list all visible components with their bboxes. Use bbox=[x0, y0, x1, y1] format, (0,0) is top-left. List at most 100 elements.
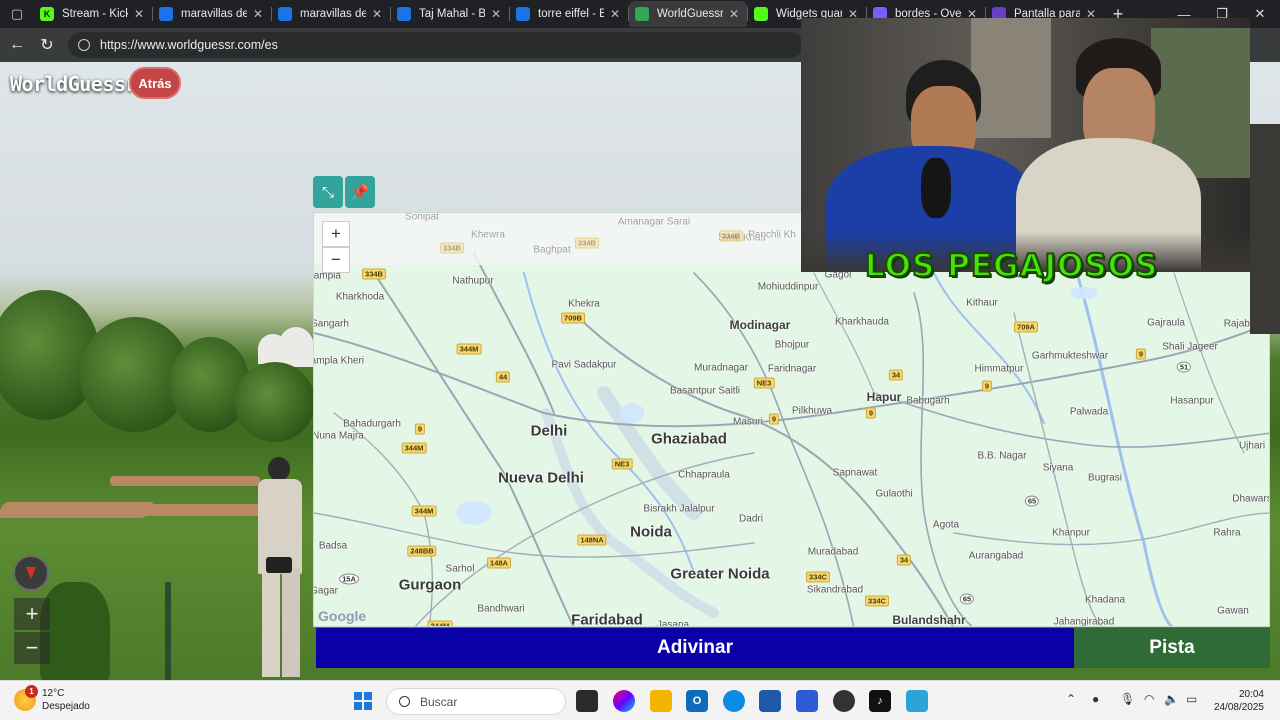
road-shield: 709B bbox=[561, 312, 585, 324]
obs-icon[interactable] bbox=[833, 690, 855, 712]
hint-button[interactable]: Pista bbox=[1074, 628, 1270, 668]
pin-map-button[interactable]: 📌 bbox=[345, 176, 375, 208]
map-place-label: Gajraula bbox=[1147, 317, 1185, 329]
tab-close-icon[interactable]: ✕ bbox=[251, 7, 265, 21]
tab-close-icon[interactable]: ✕ bbox=[489, 7, 503, 21]
map-place-label: Aurangabad bbox=[968, 550, 1024, 562]
tab-favicon-icon bbox=[516, 7, 530, 21]
road-shield: 9 bbox=[1135, 348, 1147, 360]
road-shield: 9 bbox=[981, 380, 993, 392]
tree bbox=[235, 362, 315, 442]
tab-close-icon[interactable]: ✕ bbox=[727, 7, 741, 21]
volume-icon[interactable]: 🔈 bbox=[1164, 692, 1179, 706]
map-place-label: B.B. Nagar bbox=[977, 450, 1027, 462]
tray-overflow-icon[interactable]: ⌃ bbox=[1066, 692, 1076, 706]
weather-temp: 12°C bbox=[42, 688, 65, 699]
browser-tab[interactable]: maravillas del r ✕ bbox=[153, 1, 271, 27]
map-place-label: Noida bbox=[630, 523, 672, 541]
map-place-label: Mohiuddinpur bbox=[757, 281, 819, 293]
windows-start-icon[interactable] bbox=[352, 690, 374, 712]
map-place-label: Sampla Kheri bbox=[314, 355, 365, 367]
map-place-label: Bandhwari bbox=[477, 603, 525, 615]
tab-close-icon[interactable]: ✕ bbox=[370, 7, 384, 21]
road-shield: 334B bbox=[575, 237, 599, 249]
road-shield: NE3 bbox=[611, 458, 633, 470]
map-place-label: Nathupur bbox=[452, 275, 494, 287]
map-place-label: Siyana bbox=[1042, 462, 1074, 474]
road-shield: 344M bbox=[401, 442, 427, 454]
browser-tab[interactable]: torre eiffel - Bú ✕ bbox=[510, 1, 628, 27]
tab-favicon-icon bbox=[397, 7, 411, 21]
tab-close-icon[interactable]: ✕ bbox=[608, 7, 622, 21]
shrink-map-button[interactable]: ⤡ bbox=[313, 176, 343, 208]
compass[interactable] bbox=[13, 555, 49, 591]
task-view-icon[interactable] bbox=[576, 690, 598, 712]
garden-path bbox=[80, 504, 270, 516]
map-place-label: Hapur bbox=[866, 390, 902, 404]
weather-widget[interactable]: 1 12°C Despejado bbox=[14, 685, 90, 713]
map-place-label: Nuna Majra bbox=[313, 430, 364, 442]
reload-icon[interactable]: ↻ bbox=[32, 30, 62, 60]
back-arrow-icon[interactable]: ← bbox=[2, 30, 32, 60]
map-zoom-in-button[interactable]: + bbox=[322, 221, 350, 247]
map-place-label: Agota bbox=[932, 519, 960, 531]
map-place-label: Pavi Sadakpur bbox=[551, 359, 617, 371]
tab-label: Stream - Kick D bbox=[62, 8, 128, 20]
background-wall bbox=[971, 18, 1051, 138]
tab-close-icon[interactable]: ✕ bbox=[132, 7, 146, 21]
back-button[interactable]: Atrás bbox=[129, 67, 181, 99]
browser-tab[interactable]: WorldGuessr ✕ bbox=[629, 1, 747, 27]
map-place-label: Dadri bbox=[739, 513, 763, 525]
street-view-panorama[interactable] bbox=[0, 62, 320, 680]
map-place-label: Sonipat bbox=[405, 212, 439, 223]
weather-sun-icon: 1 bbox=[14, 685, 38, 711]
tab-actions-icon[interactable]: ▢ bbox=[0, 0, 34, 28]
clock-time: 20:04 bbox=[1238, 689, 1264, 700]
map-place-label: Khewra bbox=[471, 229, 505, 241]
taskbar-search[interactable]: Buscar bbox=[386, 688, 566, 715]
road-shield: 248BB bbox=[407, 545, 437, 557]
tab-favicon-icon bbox=[754, 7, 768, 21]
tab-favicon-icon bbox=[635, 7, 649, 21]
road-shield: 334B bbox=[440, 242, 464, 254]
wifi-icon[interactable]: ◠ bbox=[1144, 692, 1154, 706]
road-shield: 15A bbox=[339, 573, 359, 585]
site-info-icon[interactable] bbox=[78, 39, 90, 51]
street-view-zoom-in-button[interactable]: + bbox=[14, 598, 50, 630]
tab-favicon-icon: K bbox=[40, 7, 54, 21]
road-shield: 9 bbox=[768, 413, 780, 425]
road-shield: 344M bbox=[411, 505, 437, 517]
map-place-label: Bisrakh Jalalpur bbox=[643, 503, 715, 515]
store-icon[interactable] bbox=[759, 690, 781, 712]
map-place-label: Chhapraula bbox=[678, 469, 730, 481]
map-place-label: Dhawars bbox=[1232, 493, 1270, 505]
url-field[interactable]: https://www.worldguessr.com/es bbox=[68, 32, 803, 58]
map-place-label: Gagar bbox=[314, 585, 338, 597]
tray-app-icon[interactable]: ● bbox=[1092, 692, 1099, 706]
compass-needle-icon bbox=[26, 567, 36, 579]
tiktok-icon[interactable]: ♪ bbox=[869, 690, 891, 712]
map-place-label: Kithaur bbox=[966, 297, 998, 309]
copilot-icon[interactable] bbox=[613, 690, 635, 712]
browser-tab[interactable]: K Stream - Kick D ✕ bbox=[34, 1, 152, 27]
edge-icon[interactable] bbox=[723, 690, 745, 712]
browser-tab[interactable]: Taj Mahal - Bús ✕ bbox=[391, 1, 509, 27]
microphone-icon[interactable]: 🎙 bbox=[1120, 692, 1135, 706]
outlook-icon[interactable]: O bbox=[686, 690, 708, 712]
battery-icon[interactable]: ▭ bbox=[1186, 692, 1197, 706]
road-shield: 334C bbox=[806, 571, 830, 583]
map-zoom-out-button[interactable]: − bbox=[322, 247, 350, 273]
map-place-label: Kharkhoda bbox=[335, 291, 385, 303]
browser-tab[interactable]: maravillas del r ✕ bbox=[272, 1, 390, 27]
map-place-label: Kharkhauda bbox=[835, 316, 889, 328]
map-place-label: Babugarh bbox=[906, 395, 950, 407]
map-place-label: Hasanpur bbox=[1170, 395, 1214, 407]
notepad-icon[interactable] bbox=[796, 690, 818, 712]
taskbar-search-placeholder: Buscar bbox=[420, 694, 458, 709]
road-shield: 709A bbox=[1014, 321, 1038, 333]
system-clock[interactable]: 20:04 24/08/2025 bbox=[1208, 688, 1264, 714]
street-view-zoom-out-button[interactable]: − bbox=[14, 632, 50, 664]
guess-button[interactable]: Adivinar bbox=[316, 628, 1074, 668]
file-explorer-icon[interactable] bbox=[650, 690, 672, 712]
capture-app-icon[interactable] bbox=[906, 690, 928, 712]
